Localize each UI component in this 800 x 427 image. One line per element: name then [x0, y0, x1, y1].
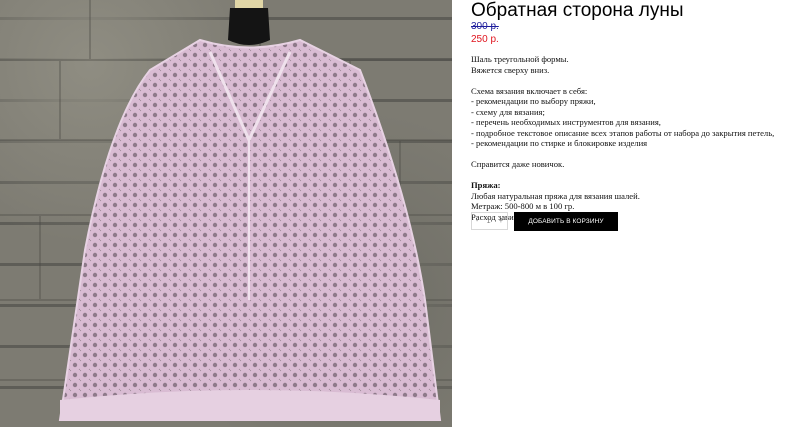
scheme-item: - схему для вязания;	[471, 106, 545, 117]
yarn-line: Любая натуральная пряжа для вязания шале…	[471, 190, 640, 201]
scheme-item: - подробное текстовое описание всех этап…	[471, 127, 775, 138]
quantity-stepper: - 1 +	[471, 212, 508, 230]
desc-line: Шаль треугольной формы.	[471, 54, 569, 64]
product-title: Обратная сторона луны	[471, 0, 684, 21]
desc-line: Вяжется сверху вниз.	[471, 64, 550, 75]
scheme-intro: Схема вязания включает в себя:	[471, 85, 588, 96]
current-price: 250 р.	[471, 34, 499, 45]
product-image[interactable]	[0, 0, 452, 427]
shawl-illustration	[0, 0, 452, 421]
old-price: 300 р.	[471, 21, 499, 32]
yarn-line: Метраж: 500-800 м в 100 гр.	[471, 201, 575, 211]
add-to-cart-button[interactable]: ДОБАВИТЬ В КОРЗИНУ	[514, 212, 618, 231]
scheme-item: - рекомендации по стирке и блокировке из…	[471, 138, 648, 148]
scheme-item: - рекомендации по выбору пряжи,	[471, 96, 596, 106]
quantity-increase-button[interactable]: +	[499, 218, 503, 225]
quantity-decrease-button[interactable]: -	[476, 218, 478, 225]
product-description: Шаль треугольной формы. Вяжется сверху в…	[471, 54, 800, 222]
scheme-item: - перечень необходимых инструментов для …	[471, 117, 661, 127]
yarn-heading: Пряжа:	[471, 180, 501, 190]
quantity-value[interactable]: 1	[487, 218, 491, 225]
novice-note: Справится даже новичок.	[471, 159, 565, 169]
